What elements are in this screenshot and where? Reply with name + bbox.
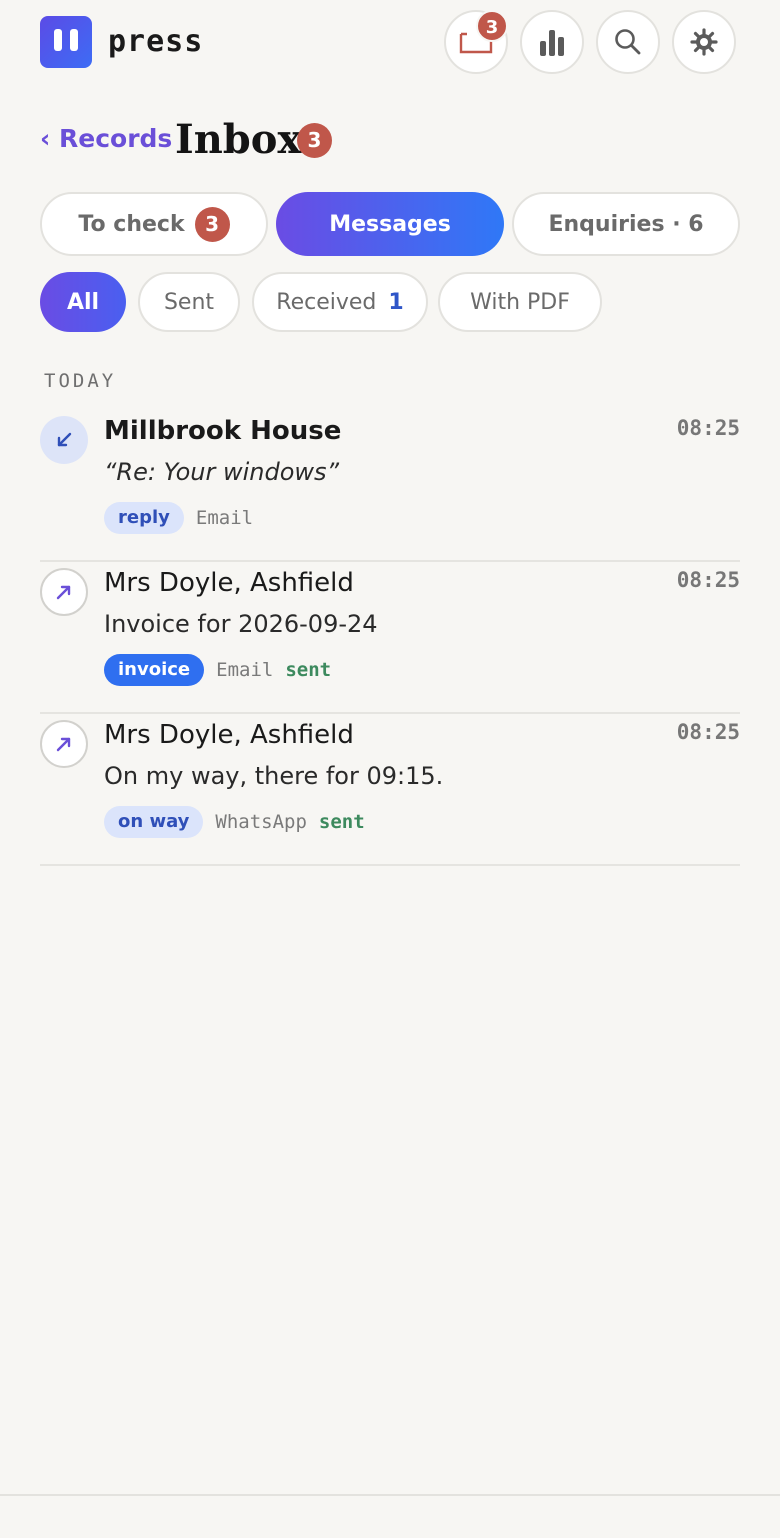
arrow-down-left-icon bbox=[57, 432, 72, 447]
message-time: 08:25 bbox=[676, 416, 740, 440]
gear-icon bbox=[690, 28, 718, 56]
app-header: press 3 bbox=[40, 10, 740, 76]
message-time: 08:25 bbox=[676, 720, 740, 744]
stats-button[interactable] bbox=[520, 10, 584, 74]
message-status: sent bbox=[285, 659, 332, 681]
message-channel: Email bbox=[195, 507, 254, 529]
message-meta: on way WhatsApp sent bbox=[104, 806, 365, 838]
back-to-records-link[interactable]: ‹ Records bbox=[40, 124, 172, 153]
arrow-up-right-icon bbox=[56, 585, 71, 600]
tab-messages[interactable]: Messages bbox=[276, 192, 504, 256]
message-preview: “Re: Your windows” bbox=[104, 458, 339, 486]
filter-label: Sent bbox=[163, 289, 215, 315]
outgoing-indicator bbox=[40, 720, 88, 768]
filter-label: All bbox=[66, 289, 100, 315]
page-title: Inbox bbox=[175, 116, 302, 163]
search-button[interactable] bbox=[596, 10, 660, 74]
press-logo[interactable] bbox=[40, 16, 92, 68]
message-channel: WhatsApp bbox=[215, 811, 307, 833]
message-tag: reply bbox=[104, 502, 184, 534]
message-row[interactable]: Millbrook House 08:25 “Re: Your windows”… bbox=[40, 410, 740, 562]
message-time: 08:25 bbox=[676, 568, 740, 592]
message-row[interactable]: Mrs Doyle, Ashfield 08:25 On my way, the… bbox=[40, 714, 740, 866]
tab-label: Messages bbox=[329, 211, 451, 237]
tab-label: To check bbox=[78, 211, 185, 237]
message-row[interactable]: Mrs Doyle, Ashfield 08:25 Invoice for 20… bbox=[40, 562, 740, 714]
settings-button[interactable] bbox=[672, 10, 736, 74]
tab-enquiries[interactable]: Enquiries · 6 bbox=[512, 192, 740, 256]
message-recipient: Mrs Doyle, Ashfield bbox=[104, 568, 354, 598]
inbox-button[interactable]: 3 bbox=[444, 10, 508, 74]
message-tag: invoice bbox=[104, 654, 205, 686]
message-meta: reply Email bbox=[104, 502, 253, 534]
message-channel: Email bbox=[216, 659, 274, 681]
tab-label: Enquiries · 6 bbox=[548, 211, 704, 237]
search-icon bbox=[615, 29, 641, 55]
message-tag: on way bbox=[104, 806, 204, 838]
filter-label: With PDF bbox=[470, 289, 570, 315]
filter-label: Received bbox=[276, 289, 377, 315]
inbox-count-badge: 3 bbox=[297, 123, 332, 158]
message-status: sent bbox=[318, 811, 365, 833]
section-header-today: TODAY bbox=[44, 370, 117, 392]
filter-all[interactable]: All bbox=[40, 272, 126, 332]
message-preview: On my way, there for 09:15. bbox=[104, 762, 444, 790]
message-preview: Invoice for 2026-09-24 bbox=[104, 610, 378, 638]
filter-with-pdf[interactable]: With PDF bbox=[438, 272, 602, 332]
bottom-divider bbox=[0, 1494, 780, 1496]
filter-received[interactable]: Received 1 bbox=[252, 272, 428, 332]
arrow-up-right-icon bbox=[56, 737, 71, 752]
bar-chart-icon bbox=[540, 30, 564, 56]
to-check-count-badge: 3 bbox=[194, 206, 230, 242]
filter-sent[interactable]: Sent bbox=[138, 272, 240, 332]
message-meta: invoice Email sent bbox=[104, 654, 331, 686]
tab-to-check[interactable]: To check 3 bbox=[40, 192, 268, 256]
message-recipient: Mrs Doyle, Ashfield bbox=[104, 720, 354, 750]
received-count: 1 bbox=[388, 289, 404, 315]
message-sender: Millbrook House bbox=[104, 416, 342, 446]
inbox-count-badge: 3 bbox=[476, 10, 508, 42]
incoming-indicator bbox=[40, 416, 88, 464]
brand-name: press bbox=[108, 24, 204, 59]
outgoing-indicator bbox=[40, 568, 88, 616]
